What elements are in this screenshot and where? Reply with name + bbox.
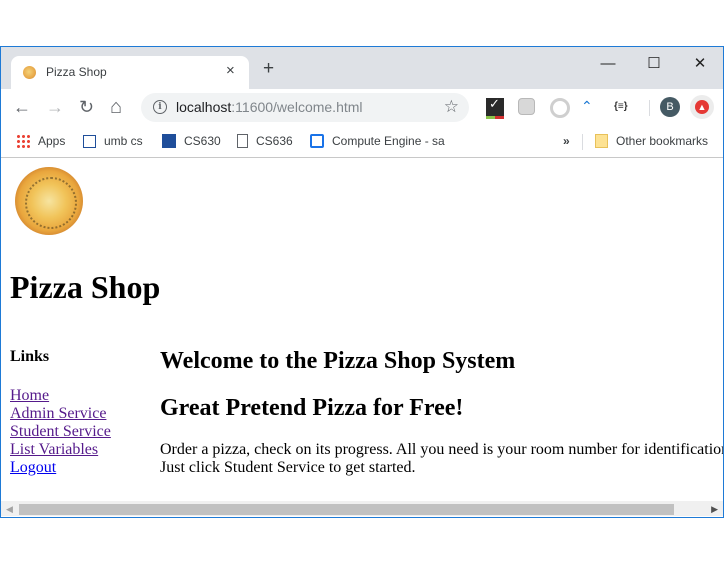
bookmark-umb-cs[interactable]: umb cs bbox=[83, 134, 143, 148]
folder-icon bbox=[595, 134, 608, 148]
maximize-button[interactable]: ☐ bbox=[639, 51, 669, 77]
tab-pizza-shop[interactable]: Pizza Shop × bbox=[11, 56, 249, 89]
red-stripe bbox=[495, 116, 504, 119]
welcome-heading: Welcome to the Pizza Shop System bbox=[160, 348, 516, 374]
hexagon-extension-icon[interactable] bbox=[550, 98, 570, 118]
tagline-heading: Great Pretend Pizza for Free! bbox=[160, 395, 464, 421]
site-title: Pizza Shop bbox=[10, 269, 161, 305]
profile-avatar[interactable]: B bbox=[660, 97, 680, 117]
bookmark-label: Other bookmarks bbox=[616, 134, 709, 148]
update-arrow-icon: ▲ bbox=[695, 100, 709, 114]
link-student-service[interactable]: Student Service bbox=[10, 423, 111, 441]
browser-toolbar: ← → ↻ ⌂ i localhost:11600/welcome.html ☆… bbox=[1, 89, 723, 127]
nav-links: Home Admin Service Student Service List … bbox=[10, 387, 111, 477]
title-bar: Pizza Shop × + — ☐ ✕ bbox=[1, 47, 723, 89]
minimize-button[interactable]: — bbox=[593, 51, 623, 77]
bookmark-label: umb cs bbox=[104, 134, 143, 148]
tab-close-icon[interactable]: × bbox=[226, 62, 235, 79]
site-info-icon[interactable]: i bbox=[153, 100, 167, 114]
bookmark-star-icon[interactable]: ☆ bbox=[444, 97, 459, 117]
compute-engine-icon bbox=[310, 134, 324, 148]
toolbar-divider bbox=[649, 100, 650, 116]
intro-paragraph: Order a pizza, check on its progress. Al… bbox=[160, 441, 723, 477]
chevron-glyph: ⌃ bbox=[581, 98, 593, 114]
browser-window: Pizza Shop × + — ☐ ✕ ← → ↻ ⌂ i localhost… bbox=[0, 46, 724, 518]
bookmarks-overflow-button[interactable]: » bbox=[563, 134, 570, 148]
page-content: Pizza Shop Links Home Admin Service Stud… bbox=[1, 158, 723, 501]
update-button[interactable]: ▲ bbox=[690, 95, 714, 119]
horizontal-scrollbar[interactable]: ◀ ▶ bbox=[1, 501, 723, 516]
bookmark-cs636[interactable]: CS636 bbox=[237, 134, 293, 148]
back-button[interactable]: ← bbox=[13, 97, 31, 117]
intro-line-1: Order a pizza, check on its progress. Al… bbox=[160, 441, 723, 458]
new-tab-button[interactable]: + bbox=[263, 59, 274, 78]
close-window-button[interactable]: ✕ bbox=[685, 51, 715, 77]
apps-grid-icon bbox=[16, 134, 30, 148]
scrollbar-thumb[interactable] bbox=[19, 504, 674, 515]
scroll-right-arrow-icon[interactable]: ▶ bbox=[711, 504, 718, 515]
bookmark-cs630[interactable]: CS630 bbox=[162, 134, 221, 148]
url-path: :11600/welcome.html bbox=[231, 99, 363, 115]
umb-logo-icon bbox=[83, 135, 96, 148]
link-home[interactable]: Home bbox=[10, 387, 111, 405]
bookmarks-divider bbox=[582, 134, 583, 150]
json-viewer-extension-icon[interactable]: {≡} bbox=[614, 101, 632, 119]
umb-logo-icon bbox=[162, 134, 176, 148]
url-text[interactable]: localhost:11600/welcome.html bbox=[176, 99, 363, 115]
link-admin-service[interactable]: Admin Service bbox=[10, 405, 111, 423]
links-heading: Links bbox=[10, 348, 50, 365]
bookmark-label: Compute Engine - sa bbox=[332, 134, 445, 148]
pizza-favicon-icon bbox=[23, 66, 36, 79]
other-bookmarks-folder[interactable]: Other bookmarks bbox=[595, 134, 708, 148]
bookmark-label: CS630 bbox=[184, 134, 221, 148]
bookmark-compute-engine[interactable]: Compute Engine - sa bbox=[310, 134, 445, 148]
check-glyph: ✓ bbox=[489, 96, 500, 111]
link-logout[interactable]: Logout bbox=[10, 459, 111, 477]
url-host: localhost bbox=[176, 99, 232, 115]
chevron-extension-icon[interactable]: ⌃ bbox=[581, 98, 599, 116]
link-list-variables[interactable]: List Variables bbox=[10, 441, 111, 459]
tab-title: Pizza Shop bbox=[46, 65, 107, 79]
reload-button[interactable]: ↻ bbox=[79, 97, 94, 117]
bookmark-label: CS636 bbox=[256, 134, 293, 148]
cube-extension-icon[interactable] bbox=[518, 98, 535, 115]
home-button[interactable]: ⌂ bbox=[110, 97, 122, 117]
bookmark-apps[interactable]: Apps bbox=[16, 134, 65, 148]
intro-line-2: Just click Student Service to get starte… bbox=[160, 459, 416, 476]
page-icon bbox=[237, 134, 248, 148]
scroll-left-arrow-icon[interactable]: ◀ bbox=[6, 504, 13, 515]
pizza-logo-image bbox=[15, 167, 83, 235]
address-bar[interactable]: i localhost:11600/welcome.html ☆ bbox=[141, 93, 469, 122]
checkmark-extension-icon[interactable]: ✓ bbox=[486, 96, 504, 119]
bookmarks-bar: Apps umb cs CS630 CS636 Compute Engine -… bbox=[1, 127, 723, 158]
bookmark-label: Apps bbox=[38, 134, 66, 148]
forward-button[interactable]: → bbox=[46, 97, 64, 117]
